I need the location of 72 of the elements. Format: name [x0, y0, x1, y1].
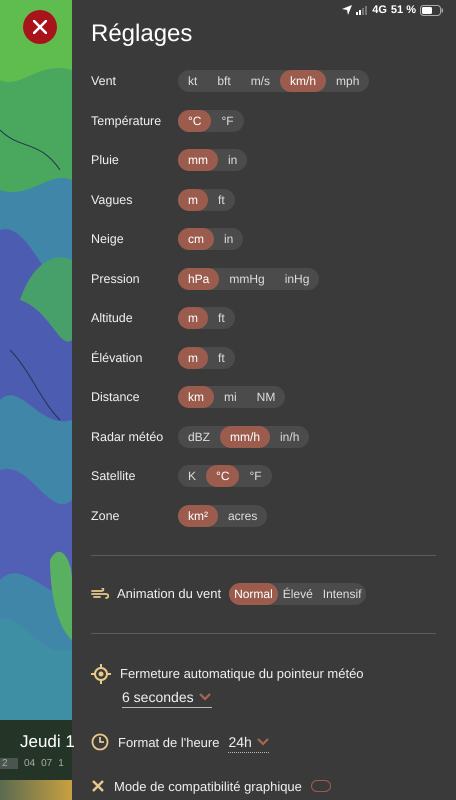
- unit-option[interactable]: km: [178, 386, 214, 408]
- setting-label: Format de l'heure: [118, 734, 220, 750]
- unit-option[interactable]: bft: [207, 70, 241, 92]
- unit-option[interactable]: inHg: [274, 268, 320, 290]
- duration-dropdown[interactable]: 6 secondes: [122, 686, 212, 708]
- close-icon: [33, 20, 47, 34]
- unit-option[interactable]: °F: [211, 110, 244, 132]
- unit-option[interactable]: hPa: [178, 268, 220, 290]
- chevron-down-icon: [256, 738, 269, 746]
- battery-percent: 51 %: [390, 4, 416, 16]
- unit-option[interactable]: in: [218, 149, 248, 171]
- animation-option[interactable]: Normal: [229, 582, 278, 604]
- setting-label: Altitude: [91, 311, 134, 325]
- network-label: 4G: [372, 4, 387, 16]
- unit-option[interactable]: °F: [239, 465, 272, 487]
- unit-option[interactable]: m/s: [240, 70, 280, 92]
- unit-option[interactable]: m: [178, 188, 208, 210]
- unit-option[interactable]: in: [214, 228, 244, 250]
- unit-option[interactable]: K: [178, 465, 206, 487]
- unit-option[interactable]: acres: [218, 504, 268, 526]
- location-icon: [342, 5, 352, 15]
- setting-label: Distance: [91, 390, 141, 404]
- page-title: Réglages: [91, 20, 194, 48]
- signal-icon: [356, 6, 368, 14]
- unit-option[interactable]: m: [178, 307, 208, 329]
- unit-option[interactable]: °C: [206, 465, 240, 487]
- unit-option[interactable]: m: [178, 346, 208, 368]
- timeline-hour[interactable]: 07: [41, 758, 52, 769]
- setting-label: Fermeture automatique du pointeur météo: [120, 666, 364, 681]
- setting-label: Pluie: [91, 153, 120, 167]
- setting-label: Pression: [91, 272, 141, 286]
- animation-option[interactable]: Élevé: [278, 582, 318, 604]
- clock-icon: [91, 733, 109, 751]
- unit-option[interactable]: cm: [178, 228, 214, 250]
- unit-option[interactable]: km²: [178, 504, 218, 526]
- crosshair-icon: [91, 664, 111, 684]
- timeline-day: Jeudi 1: [20, 732, 75, 752]
- unit-option[interactable]: mmHg: [219, 268, 275, 290]
- time-format-dropdown[interactable]: 24h: [228, 732, 269, 752]
- unit-option[interactable]: in/h: [270, 426, 310, 448]
- setting-label: Zone: [91, 508, 120, 522]
- setting-label: Animation du vent: [117, 586, 222, 601]
- unit-option[interactable]: km/h: [280, 70, 326, 92]
- timeline-hour[interactable]: 1: [58, 758, 64, 769]
- timeline-hour[interactable]: 2: [0, 758, 18, 769]
- unit-option[interactable]: mi: [214, 386, 247, 408]
- unit-option[interactable]: mm/h: [220, 426, 270, 448]
- color-scale: [0, 780, 72, 800]
- toggle-switch[interactable]: [310, 780, 331, 792]
- unit-option[interactable]: mph: [326, 70, 370, 92]
- unit-option[interactable]: ft: [208, 346, 235, 368]
- unit-option[interactable]: ft: [208, 307, 235, 329]
- battery-icon: [420, 4, 444, 16]
- chevron-down-icon: [198, 692, 211, 700]
- wind-icon: [91, 588, 109, 600]
- setting-label: Radar météo: [91, 430, 164, 444]
- unit-option[interactable]: dBZ: [178, 426, 220, 448]
- unit-option[interactable]: mm: [178, 149, 218, 171]
- setting-label: Satellite: [91, 469, 136, 483]
- unit-option[interactable]: kt: [178, 70, 208, 92]
- animation-option[interactable]: Intensif: [318, 582, 366, 604]
- setting-label: Vagues: [91, 192, 134, 206]
- setting-label: Température: [91, 114, 162, 128]
- timeline-hour[interactable]: 04: [24, 758, 36, 769]
- unit-option[interactable]: ft: [208, 188, 235, 210]
- setting-label: Mode de compatibilité graphique: [114, 778, 302, 794]
- setting-label: Vent: [91, 74, 118, 88]
- setting-label: Élévation: [91, 350, 144, 364]
- unit-option[interactable]: °C: [178, 110, 212, 132]
- setting-label: Neige: [91, 232, 125, 246]
- unit-option[interactable]: NM: [246, 386, 286, 408]
- cross-icon: [91, 779, 105, 793]
